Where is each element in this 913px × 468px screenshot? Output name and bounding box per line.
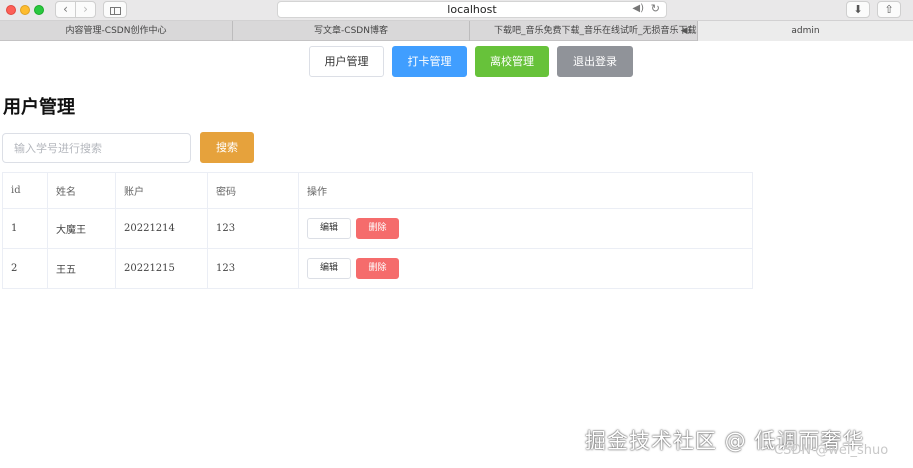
downloads-button[interactable]: ⬇ (846, 1, 870, 18)
close-window-icon[interactable] (6, 5, 16, 15)
back-button[interactable]: ‹ (55, 1, 76, 18)
cell-password: 123 (207, 208, 299, 249)
search-input[interactable] (2, 133, 191, 163)
browser-tab[interactable]: 写文章-CSDN博客 (233, 21, 470, 41)
column-header-actions: 操作 (298, 172, 753, 209)
logout-button[interactable]: 退出登录 (557, 46, 633, 77)
zoom-window-icon[interactable] (34, 5, 44, 15)
cell-actions: 编辑 删除 (298, 248, 753, 289)
browser-tab[interactable]: 内容管理-CSDN创作中心 (0, 21, 233, 41)
download-icon: ⬇ (853, 3, 863, 16)
table-row: 2 王五 20221215 123 编辑 删除 (2, 248, 753, 289)
checkin-management-button[interactable]: 打卡管理 (392, 46, 467, 77)
share-icon: ⇧ (884, 3, 894, 16)
cell-account: 20221215 (115, 248, 208, 289)
cell-actions: 编辑 删除 (298, 208, 753, 249)
table-row: 1 大魔王 20221214 123 编辑 删除 (2, 208, 753, 249)
users-table: id 姓名 账户 密码 操作 1 大魔王 20221214 123 编辑 删除 2… (2, 172, 753, 289)
top-nav: 用户管理 打卡管理 离校管理 退出登录 (0, 46, 913, 78)
cell-id: 2 (2, 248, 48, 289)
cell-password: 123 (207, 248, 299, 289)
delete-button[interactable]: 删除 (356, 258, 399, 279)
user-management-button[interactable]: 用户管理 (309, 46, 384, 77)
share-button[interactable]: ⇧ (877, 1, 901, 18)
column-header-id: id (2, 172, 48, 209)
address-text: localhost (447, 3, 497, 16)
cell-name: 王五 (47, 248, 116, 289)
speaker-icon[interactable]: ◀) (632, 3, 644, 14)
minimize-window-icon[interactable] (20, 5, 30, 15)
chevron-left-icon: ‹ (63, 2, 68, 16)
forward-button[interactable]: › (75, 1, 96, 18)
sidebar-icon (109, 7, 121, 15)
search-button[interactable]: 搜索 (200, 132, 254, 163)
browser-tab[interactable]: 下载吧_音乐免费下载_音乐在线试听_无损音乐下载 ◀) (470, 21, 698, 41)
cell-account: 20221214 (115, 208, 208, 249)
cell-id: 1 (2, 208, 48, 249)
table-header-row: id 姓名 账户 密码 操作 (2, 172, 753, 209)
column-header-account: 账户 (115, 172, 208, 209)
speaker-icon[interactable]: ◀) (681, 21, 691, 41)
reload-icon[interactable]: ↻ (651, 2, 660, 15)
page-title: 用户管理 (3, 97, 75, 118)
edit-button[interactable]: 编辑 (307, 218, 351, 239)
address-bar[interactable]: localhost ◀) ↻ (277, 1, 667, 18)
column-header-password: 密码 (207, 172, 299, 209)
edit-button[interactable]: 编辑 (307, 258, 351, 279)
column-header-name: 姓名 (47, 172, 116, 209)
chevron-right-icon: › (83, 2, 88, 16)
watermark-subtext: CSDN @wei_shuo (774, 443, 889, 458)
browser-tab-active[interactable]: admin (698, 21, 913, 41)
browser-tabbar: 内容管理-CSDN创作中心 写文章-CSDN博客 下载吧_音乐免费下载_音乐在线… (0, 21, 913, 41)
browser-titlebar: ‹ › localhost ◀) ↻ ⬇ ⇧ (0, 0, 913, 21)
cell-name: 大魔王 (47, 208, 116, 249)
leave-management-button[interactable]: 离校管理 (475, 46, 549, 77)
delete-button[interactable]: 删除 (356, 218, 399, 239)
sidebar-toggle-button[interactable] (103, 1, 127, 18)
